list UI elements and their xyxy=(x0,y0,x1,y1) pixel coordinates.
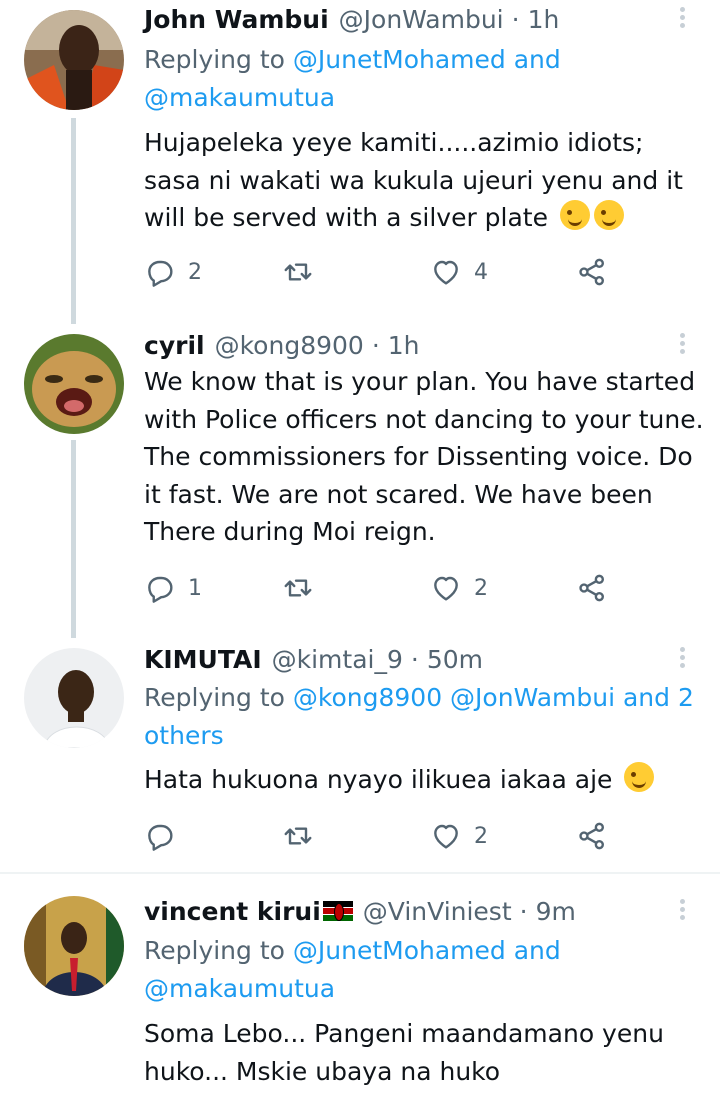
reply-icon xyxy=(148,576,173,603)
replying-to-label: Replying to xyxy=(144,45,293,74)
tweet-header: cyril @kong8900 · 1h xyxy=(144,326,420,364)
reply-count: 2 xyxy=(188,259,202,285)
like-count: 4 xyxy=(474,259,488,285)
replying-to-label: Replying to xyxy=(144,936,293,965)
share-icon xyxy=(579,258,604,286)
tears-of-joy-emoji-icon xyxy=(624,762,655,792)
retweet-button[interactable] xyxy=(282,252,326,292)
heart-icon xyxy=(434,260,458,285)
user-handle[interactable]: @VinViniest xyxy=(363,897,512,926)
display-name[interactable]: John Wambui xyxy=(144,5,329,34)
reply-button[interactable] xyxy=(144,816,188,856)
winking-face-emoji-icon xyxy=(559,200,590,230)
replying-to-label: Replying to xyxy=(144,683,293,712)
tweet-header: John Wambui @JonWambui · 1h xyxy=(144,0,559,38)
avatar[interactable] xyxy=(24,334,124,434)
replying-to: Replying to @JunetMohamed and @makaumutu… xyxy=(144,41,704,117)
timestamp[interactable]: 1h xyxy=(528,5,560,34)
reply-icon xyxy=(148,260,173,287)
tweet-header: vincent kirui @VinViniest · 9m xyxy=(144,892,576,930)
retweet-icon xyxy=(284,827,312,845)
share-button[interactable] xyxy=(576,816,608,856)
display-name[interactable]: cyril xyxy=(144,331,205,360)
tweet-text: Hujapeleka yeye kamiti.....azimio idiots… xyxy=(144,124,704,237)
reply-button[interactable]: 1 xyxy=(144,568,202,608)
timestamp[interactable]: 9m xyxy=(536,897,576,926)
replying-to: Replying to @kong8900 @JonWambui and 2 o… xyxy=(144,679,704,755)
separator: · xyxy=(519,896,528,926)
tweet-header: KIMUTAI @kimtai_9 · 50m xyxy=(144,640,483,678)
timestamp[interactable]: 50m xyxy=(427,645,483,674)
more-options-icon[interactable] xyxy=(670,644,694,674)
user-handle[interactable]: @kong8900 xyxy=(215,331,364,360)
more-options-icon[interactable] xyxy=(670,896,694,926)
retweet-button[interactable] xyxy=(282,816,326,856)
reply-count: 1 xyxy=(188,575,202,601)
user-handle[interactable]: @JonWambui xyxy=(339,5,504,34)
display-name[interactable]: KIMUTAI xyxy=(144,645,262,674)
reply-icon xyxy=(148,824,173,851)
like-button[interactable]: 2 xyxy=(430,816,488,856)
tweet-text-content: We know that is your plan. You have star… xyxy=(144,367,704,546)
more-options-icon[interactable] xyxy=(670,330,694,360)
like-button[interactable]: 4 xyxy=(430,252,488,292)
like-count: 2 xyxy=(474,575,488,601)
tweet-actions: 1 2 xyxy=(144,568,704,608)
share-button[interactable] xyxy=(576,568,608,608)
share-button[interactable] xyxy=(576,252,608,292)
tweet-divider xyxy=(0,872,720,874)
user-handle[interactable]: @kimtai_9 xyxy=(272,645,403,674)
retweet-button[interactable] xyxy=(282,568,326,608)
tweet-vincent-kirui[interactable]: vincent kirui @VinViniest · 9m Replying … xyxy=(0,892,720,1100)
winking-face-emoji-icon xyxy=(593,200,624,230)
heart-icon xyxy=(434,576,458,601)
avatar[interactable] xyxy=(24,896,124,996)
heart-icon xyxy=(434,824,458,849)
retweet-icon xyxy=(284,579,312,597)
like-count: 2 xyxy=(474,823,488,849)
like-button[interactable]: 2 xyxy=(430,568,488,608)
avatar[interactable] xyxy=(24,10,124,110)
tweet-text: Soma Lebo... Pangeni maandamano yenu huk… xyxy=(144,1015,704,1090)
tweet-cyril[interactable]: cyril @kong8900 · 1h We know that is you… xyxy=(0,326,720,640)
share-icon xyxy=(579,574,604,602)
separator: · xyxy=(410,644,419,674)
tweet-john-wambui[interactable]: John Wambui @JonWambui · 1h Replying to … xyxy=(0,0,720,318)
replying-to: Replying to @JunetMohamed and @makaumutu… xyxy=(144,932,704,1008)
tweet-text-content: Soma Lebo... Pangeni maandamano yenu huk… xyxy=(144,1019,664,1086)
kenya-flag-icon xyxy=(322,901,353,921)
avatar[interactable] xyxy=(24,648,124,748)
separator: · xyxy=(511,4,520,34)
display-name[interactable]: vincent kirui xyxy=(144,897,321,926)
timestamp[interactable]: 1h xyxy=(388,331,420,360)
more-options-icon[interactable] xyxy=(670,4,694,34)
tweet-actions: 2 xyxy=(144,816,704,856)
tweet-kimutai[interactable]: KIMUTAI @kimtai_9 · 50m Replying to @kon… xyxy=(0,640,720,868)
tweet-text-content: Hata hukuona nyayo ilikuea iakaa aje xyxy=(144,765,613,794)
retweet-icon xyxy=(284,263,312,281)
tweet-text: Hata hukuona nyayo ilikuea iakaa aje xyxy=(144,761,704,799)
tweet-actions: 2 4 xyxy=(144,252,704,292)
tweet-text: We know that is your plan. You have star… xyxy=(144,363,704,551)
reply-button[interactable]: 2 xyxy=(144,252,202,292)
separator: · xyxy=(371,330,380,360)
share-icon xyxy=(579,822,604,850)
